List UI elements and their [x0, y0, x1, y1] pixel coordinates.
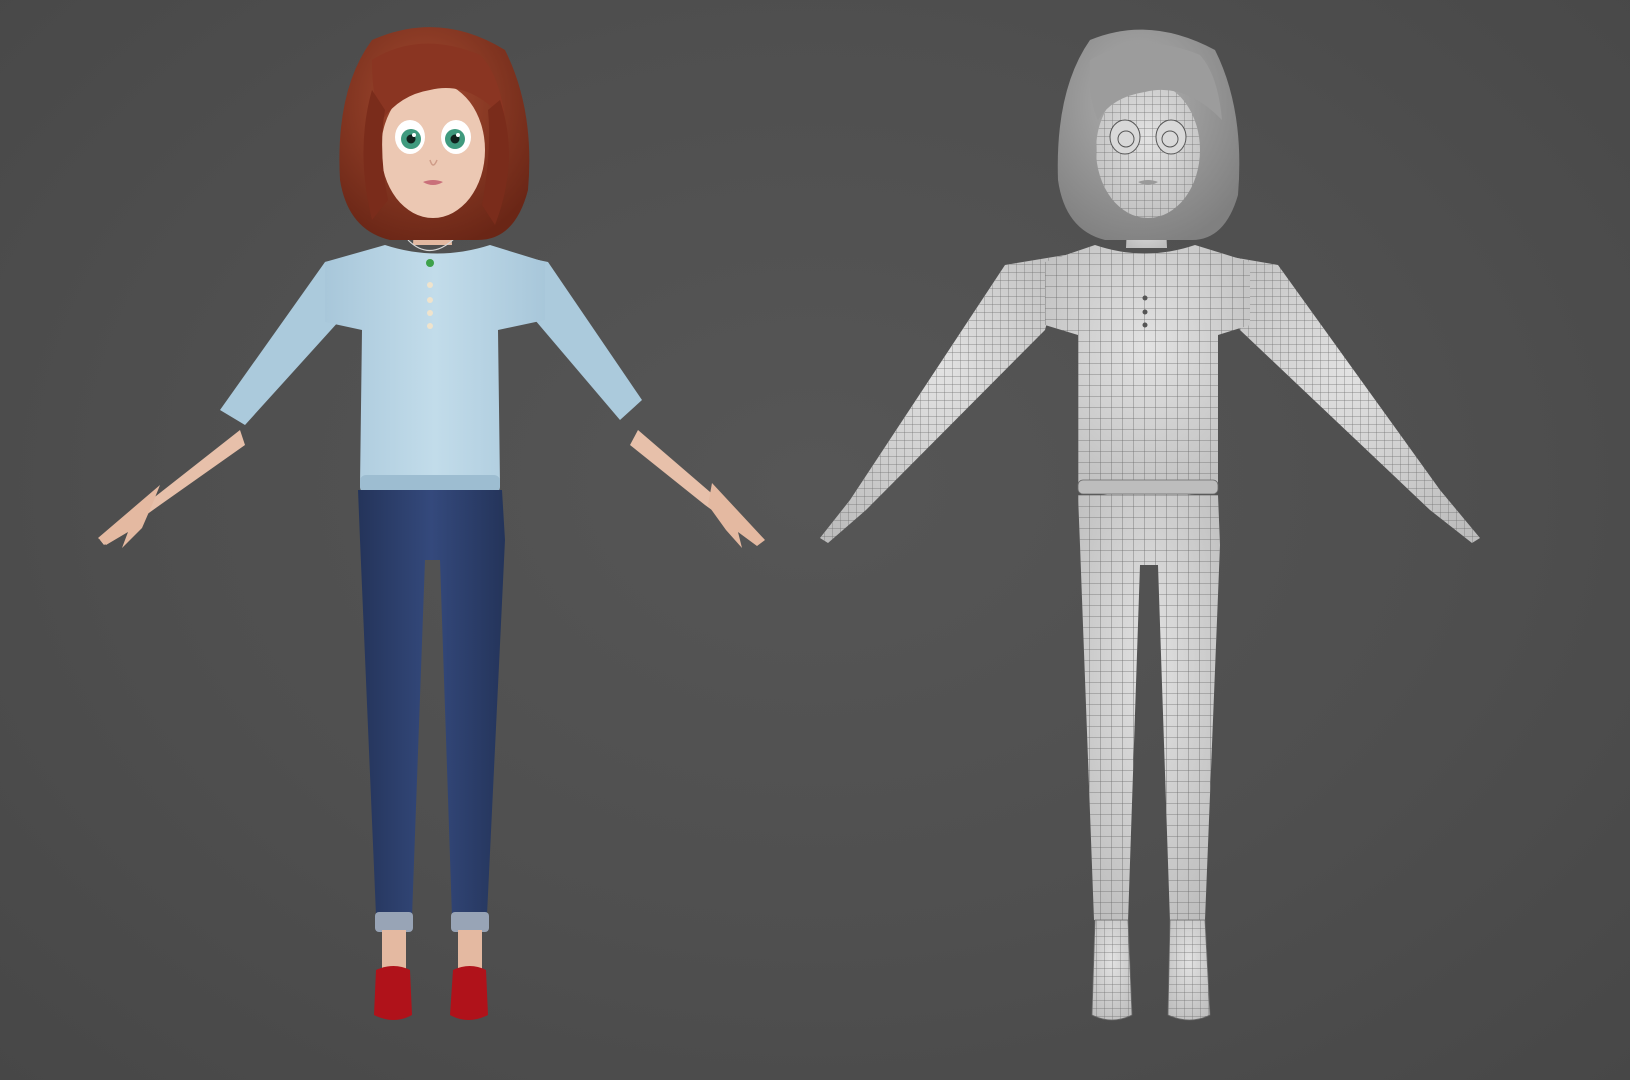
right-shoe	[450, 966, 488, 1020]
viewport-canvas	[0, 0, 1630, 1080]
left-shoe	[374, 966, 412, 1020]
wire-shirt-hem	[1077, 479, 1219, 495]
model-preview	[98, 27, 1480, 1021]
shaded-character-model	[98, 27, 765, 1020]
wire-left-foot-mesh	[1092, 920, 1132, 1020]
right-jeans-cuff	[451, 912, 489, 932]
wire-right-foot-mesh	[1168, 920, 1210, 1020]
right-hand	[708, 483, 765, 548]
wire-legs-mesh	[1078, 495, 1220, 922]
wire-left-arm-mesh	[820, 255, 1065, 543]
wire-torso-mesh	[1045, 245, 1250, 498]
left-jeans-cuff	[375, 912, 413, 932]
wireframe-character-model	[820, 29, 1480, 1021]
left-hand	[98, 485, 160, 548]
pendant	[426, 259, 434, 267]
jeans	[358, 490, 505, 917]
wire-right-arm-mesh	[1220, 255, 1480, 543]
shirt	[325, 245, 545, 493]
